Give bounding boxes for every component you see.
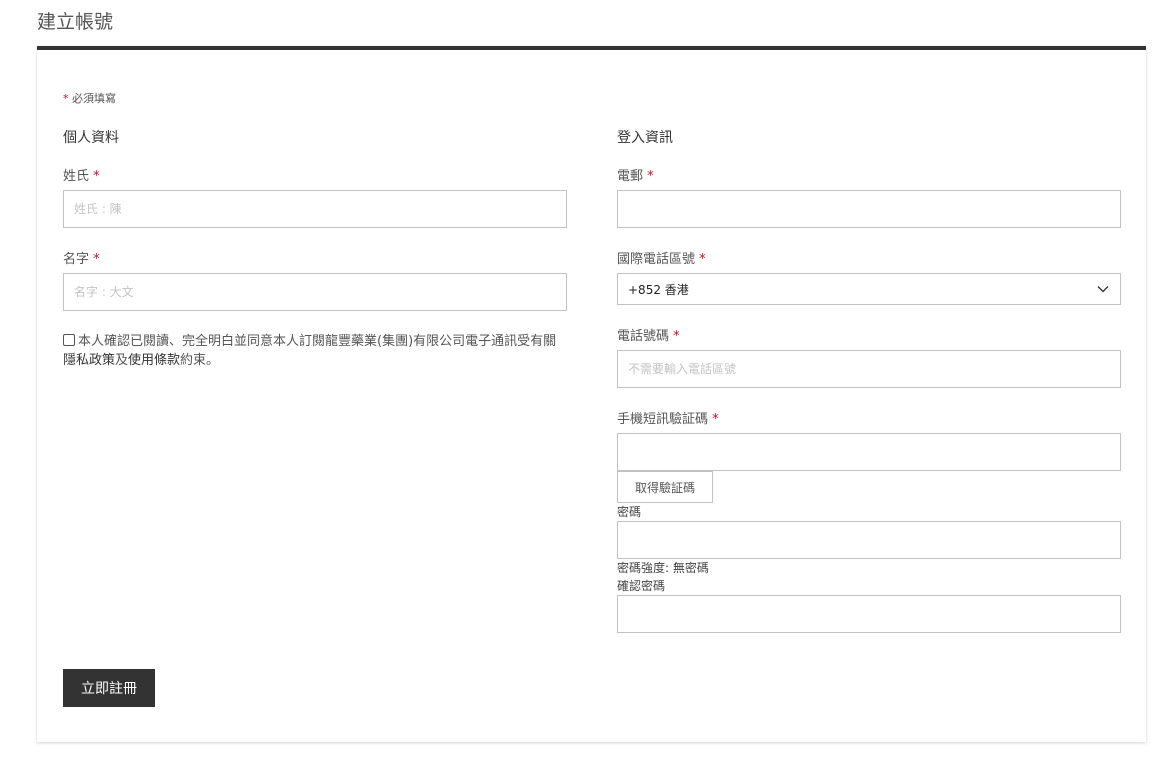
required-star: * bbox=[93, 252, 100, 267]
chevron-down-icon bbox=[1096, 282, 1110, 296]
register-submit-button[interactable]: 立即註冊 bbox=[63, 669, 155, 707]
required-note-text: 必須填寫 bbox=[72, 92, 116, 105]
consent-text-middle: 及 bbox=[115, 353, 129, 368]
consent-text-after: 約束。 bbox=[180, 353, 220, 368]
privacy-policy-link[interactable]: 隱私政策 bbox=[63, 353, 115, 368]
confirm-password-label: 確認密碼 bbox=[617, 579, 666, 593]
country-code-selected-value: +852 香港 bbox=[628, 282, 689, 297]
email-label: 電郵 * bbox=[617, 169, 654, 185]
last-name-label: 姓氏 * bbox=[63, 169, 100, 185]
required-star: * bbox=[647, 169, 654, 184]
required-star: * bbox=[699, 252, 706, 267]
phone-label: 電話號碼 * bbox=[617, 329, 680, 345]
required-star: * bbox=[673, 329, 680, 344]
required-star: * bbox=[712, 412, 719, 427]
phone-label-text: 電話號碼 bbox=[617, 329, 670, 344]
required-star: * bbox=[63, 92, 69, 105]
sms-code-input[interactable] bbox=[617, 433, 1121, 471]
password-strength-text: 密碼強度: 無密碼 bbox=[617, 561, 709, 575]
first-name-label-text: 名字 bbox=[63, 252, 90, 267]
consent-row: 本人確認已閱讀、完全明白並同意本人訂閱龍豐藥業(集團)有限公司電子通訊受有關隱私… bbox=[63, 332, 563, 370]
sms-code-label: 手機短訊驗証碼 * bbox=[617, 412, 719, 428]
country-code-label: 國際電話區號 * bbox=[617, 252, 706, 268]
login-info-title: 登入資訊 bbox=[617, 130, 673, 146]
consent-checkbox[interactable] bbox=[63, 334, 75, 346]
email-label-text: 電郵 bbox=[617, 169, 644, 184]
get-code-button[interactable]: 取得驗証碼 bbox=[617, 471, 713, 503]
personal-info-title: 個人資料 bbox=[63, 130, 119, 146]
consent-text-before: 本人確認已閱讀、完全明白並同意本人訂閱龍豐藥業(集團)有限公司電子通訊受有關 bbox=[78, 334, 557, 349]
phone-input[interactable] bbox=[617, 350, 1121, 388]
country-code-select[interactable]: +852 香港 bbox=[617, 273, 1121, 305]
country-code-label-text: 國際電話區號 bbox=[617, 252, 696, 267]
first-name-input[interactable] bbox=[63, 273, 567, 311]
create-account-form: * 必須填寫 個人資料 姓氏 * 名字 * 本人確認已閱讀、完全明白並同意本人訂… bbox=[37, 46, 1146, 742]
password-input[interactable] bbox=[617, 521, 1121, 559]
terms-of-use-link[interactable]: 使用條款 bbox=[128, 353, 180, 368]
confirm-password-input[interactable] bbox=[617, 595, 1121, 633]
required-note: * 必須填寫 bbox=[63, 92, 116, 106]
required-star: * bbox=[93, 169, 100, 184]
last-name-label-text: 姓氏 bbox=[63, 169, 90, 184]
first-name-label: 名字 * bbox=[63, 252, 100, 268]
email-input[interactable] bbox=[617, 190, 1121, 228]
sms-code-label-text: 手機短訊驗証碼 bbox=[617, 412, 709, 427]
last-name-input[interactable] bbox=[63, 190, 567, 228]
page-title: 建立帳號 bbox=[37, 11, 114, 33]
password-label: 密碼 bbox=[617, 505, 642, 519]
